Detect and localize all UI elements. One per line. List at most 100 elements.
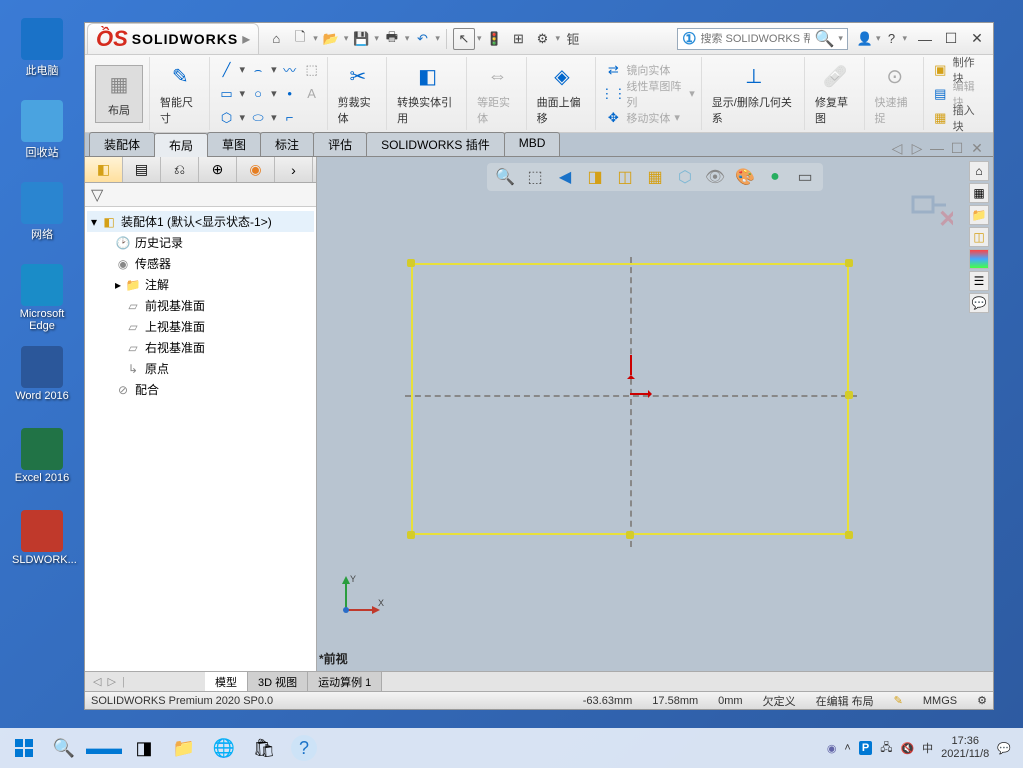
doc-max-icon[interactable]: ☐ bbox=[949, 140, 965, 156]
tree-item-7[interactable]: ⊘配合 bbox=[87, 379, 314, 400]
handle-tl[interactable] bbox=[407, 259, 415, 267]
trim-button[interactable]: ✂ 剪裁实体 bbox=[336, 60, 381, 128]
doc-min-icon[interactable]: — bbox=[929, 140, 945, 156]
tree-item-0[interactable]: 🕑历史记录 bbox=[87, 232, 314, 253]
edge-taskbar-icon[interactable]: 🌐 bbox=[204, 732, 244, 764]
store-icon[interactable]: 🛍 bbox=[244, 732, 284, 764]
expand-icon[interactable]: ▾ bbox=[91, 215, 97, 229]
options-icon[interactable]: ⊞ bbox=[507, 28, 529, 50]
help-icon[interactable]: ? bbox=[880, 28, 902, 50]
search-icon[interactable]: 🔍 bbox=[814, 29, 834, 49]
gear-icon[interactable]: ⚙ bbox=[531, 28, 553, 50]
meet-tray-icon[interactable]: ◉ bbox=[827, 742, 837, 755]
handle-bl[interactable] bbox=[407, 531, 415, 539]
desktop-icon-5[interactable]: Excel 2016 bbox=[12, 428, 72, 484]
handle-br[interactable] bbox=[845, 531, 853, 539]
dimxpert-tab[interactable]: ⊕ bbox=[199, 157, 237, 182]
onedrive-tray-icon[interactable]: P bbox=[859, 741, 872, 755]
chevron-right-icon[interactable]: ▸ bbox=[242, 29, 250, 49]
prev-doc-icon[interactable]: ◁ bbox=[889, 140, 905, 156]
config-tab[interactable]: ⎌ bbox=[161, 157, 199, 182]
next-doc-icon[interactable]: ▷ bbox=[909, 140, 925, 156]
status-pencil-icon[interactable]: ✎ bbox=[894, 694, 903, 707]
graphics-view[interactable]: 🔍 ⬚ ◀ ◨ ◫ ▦ ⬡ 👁 🎨 ● ▭ bbox=[317, 157, 993, 671]
insert-block-row[interactable]: ▦插入块 bbox=[932, 107, 983, 129]
canvas[interactable]: Y X *前视 ✕ bbox=[317, 157, 993, 671]
design-lib-tab-icon[interactable]: ▦ bbox=[969, 183, 989, 203]
resources-tab-icon[interactable]: ⌂ bbox=[969, 161, 989, 181]
handle-rm[interactable] bbox=[845, 391, 853, 399]
taskview-icon[interactable]: ▬▬ bbox=[84, 732, 124, 764]
bottom-tab-0[interactable]: 模型 bbox=[205, 672, 248, 691]
bt-left-icon[interactable]: ◁ bbox=[93, 675, 101, 688]
convert-button[interactable]: ◧ 转换实体引用 bbox=[395, 60, 460, 128]
tree-item-2[interactable]: ▸📁注解 bbox=[87, 274, 314, 295]
text-icon[interactable]: 钷 bbox=[562, 28, 584, 50]
rect-tool[interactable]: ▭▾ ○▾ • A bbox=[218, 83, 321, 105]
clock[interactable]: 17:36 2021/11/8 bbox=[941, 735, 989, 761]
tab-SOLIDWORKS 插件[interactable]: SOLIDWORKS 插件 bbox=[366, 132, 505, 156]
minimize-button[interactable]: — bbox=[917, 31, 933, 47]
search-box[interactable]: ① 🔍▾ bbox=[677, 28, 848, 50]
notifications-tray-icon[interactable]: 💬 bbox=[997, 742, 1011, 755]
close-button[interactable]: ✕ bbox=[969, 31, 985, 47]
appearances-tab-icon[interactable] bbox=[969, 249, 989, 269]
new-icon[interactable]: 🗋 bbox=[289, 28, 311, 50]
layout-button[interactable]: ▦ 布局 bbox=[95, 65, 143, 123]
filter-icon[interactable]: ▽ bbox=[91, 185, 103, 205]
tree-item-4[interactable]: ▱上视基准面 bbox=[87, 316, 314, 337]
poly-tool[interactable]: ⬡▾ ⬭▾ ⌐ bbox=[218, 107, 321, 129]
bottom-tab-1[interactable]: 3D 视图 bbox=[248, 672, 308, 691]
tab-布局[interactable]: 布局 bbox=[154, 133, 208, 157]
tree-root[interactable]: ▾ ◧ 装配体1 (默认<显示状态-1>) bbox=[87, 211, 314, 232]
volume-tray-icon[interactable]: 🔇 bbox=[900, 742, 914, 755]
desktop-icon-2[interactable]: 网络 bbox=[12, 182, 72, 242]
bottom-tab-2[interactable]: 运动算例 1 bbox=[308, 672, 382, 691]
home-icon[interactable]: ⌂ bbox=[265, 28, 287, 50]
maximize-button[interactable]: ☐ bbox=[943, 31, 959, 47]
tab-标注[interactable]: 标注 bbox=[260, 132, 314, 156]
bt-right-icon[interactable]: ▷ bbox=[107, 675, 115, 688]
tree-item-3[interactable]: ▱前视基准面 bbox=[87, 295, 314, 316]
desktop-icon-6[interactable]: SLDWORK... bbox=[12, 510, 72, 566]
desktop-icon-1[interactable]: 回收站 bbox=[12, 100, 72, 160]
offset-surf-button[interactable]: ◈ 曲面上偏移 bbox=[535, 60, 590, 128]
handle-bm[interactable] bbox=[626, 531, 634, 539]
help-taskbar-icon[interactable]: ? bbox=[291, 735, 317, 761]
repair-button[interactable]: 🩹 修复草图 bbox=[813, 60, 858, 128]
tree-item-5[interactable]: ▱右视基准面 bbox=[87, 337, 314, 358]
smart-dimension-button[interactable]: ✎ 智能尺寸 bbox=[158, 60, 203, 128]
undo-icon[interactable]: ↶ bbox=[411, 28, 433, 50]
desktop-icon-4[interactable]: Word 2016 bbox=[12, 346, 72, 402]
forum-tab-icon[interactable]: 💬 bbox=[969, 293, 989, 313]
start-button[interactable] bbox=[4, 732, 44, 764]
desktop-icon-0[interactable]: 此电脑 bbox=[12, 18, 72, 78]
view-palette-tab-icon[interactable]: ◫ bbox=[969, 227, 989, 247]
line-tool[interactable]: ╱▾ ⌢▾ 〰 ⬚ bbox=[218, 59, 321, 81]
tab-装配体[interactable]: 装配体 bbox=[89, 132, 155, 156]
desktop-icon-3[interactable]: Microsoft Edge bbox=[12, 264, 72, 332]
tray-chevron-icon[interactable]: ˄ bbox=[844, 742, 850, 754]
search-input[interactable] bbox=[700, 33, 810, 45]
sketch-rectangle[interactable] bbox=[411, 263, 849, 535]
tree-item-1[interactable]: ◉传感器 bbox=[87, 253, 314, 274]
user-icon[interactable]: 👤 bbox=[854, 28, 876, 50]
feature-tree-tab[interactable]: ◧ bbox=[85, 157, 123, 182]
explorer-icon[interactable]: 📁 bbox=[164, 732, 204, 764]
more-tab[interactable]: › bbox=[275, 157, 313, 182]
status-gear-icon[interactable]: ⚙ bbox=[977, 694, 987, 707]
print-icon[interactable]: 🖶 bbox=[381, 28, 403, 50]
network-tray-icon[interactable]: 🖧 bbox=[880, 739, 892, 758]
show-relations-button[interactable]: ⊥ 显示/删除几何关系 bbox=[710, 60, 798, 128]
tab-MBD[interactable]: MBD bbox=[504, 132, 561, 156]
tab-草图[interactable]: 草图 bbox=[207, 132, 261, 156]
select-icon[interactable]: ↖ bbox=[453, 28, 475, 50]
custom-props-tab-icon[interactable]: ☰ bbox=[969, 271, 989, 291]
file-explorer-tab-icon[interactable]: 📁 bbox=[969, 205, 989, 225]
tree-item-6[interactable]: ↳原点 bbox=[87, 358, 314, 379]
traffic-icon[interactable]: 🚦 bbox=[483, 28, 505, 50]
property-tab[interactable]: ▤ bbox=[123, 157, 161, 182]
open-icon[interactable]: 📂 bbox=[320, 28, 342, 50]
search-taskbar-icon[interactable]: 🔍 bbox=[44, 732, 84, 764]
exit-sketch-icon[interactable]: ✕ bbox=[908, 187, 953, 237]
